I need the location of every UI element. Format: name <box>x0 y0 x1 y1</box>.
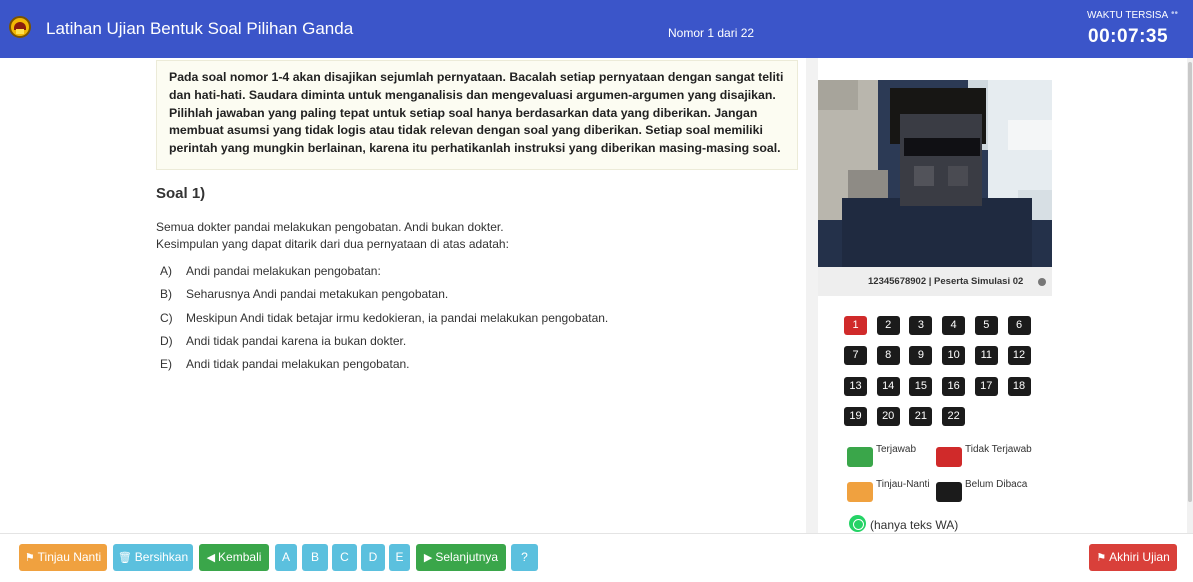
question-number-button[interactable]: 9 <box>909 346 933 366</box>
legend-review-swatch <box>847 482 873 502</box>
answer-e-button[interactable]: E <box>389 544 410 571</box>
legend-answered-swatch <box>847 447 873 467</box>
webcam-person <box>904 138 980 156</box>
countdown-timer: 00:07:35 <box>1088 26 1169 47</box>
option-letter: A) <box>160 264 172 278</box>
question-number-button[interactable]: 13 <box>844 376 867 396</box>
participant-id: 12345678902 | Peserta Simulasi 02 <box>868 276 1024 287</box>
question-number-button[interactable]: 19 <box>844 406 867 426</box>
legend-unanswered-swatch <box>936 447 962 467</box>
option-text: Andi tidak pandai karena ia bukan dokter… <box>186 334 407 348</box>
arrow-left-circle-icon: ◀ <box>206 552 216 564</box>
legend-review-label: Tinjau-Nanti <box>876 479 930 490</box>
option-text: Seharusnya Andi pandai metakukan pengoba… <box>186 287 449 301</box>
back-button[interactable]: ◀ Kembali <box>199 544 269 571</box>
more-icon: •• <box>1171 8 1179 19</box>
answer-c-button[interactable]: C <box>332 544 357 571</box>
question-number-button[interactable]: 5 <box>974 316 998 335</box>
legend-unread-label: Belum Dibaca <box>965 479 1028 490</box>
flag-icon: ⚑ <box>1096 552 1107 564</box>
question-number-button[interactable]: 3 <box>909 316 933 335</box>
scrollbar-thumb[interactable] <box>1188 62 1192 502</box>
option-letter: C) <box>160 311 173 325</box>
question-number-button[interactable]: 7 <box>844 346 867 366</box>
question-number-button[interactable]: 14 <box>876 376 900 396</box>
option-letter: D) <box>160 334 173 348</box>
option-d[interactable]: D) Andi tidak pandai karena ia bukan dokt… <box>160 334 406 352</box>
answer-b-button[interactable]: B <box>302 544 328 571</box>
question-circle-icon: ? <box>521 550 528 564</box>
app-title: Latihan Ujian Bentuk Soal Pilihan Ganda <box>46 19 354 38</box>
university-logo-icon <box>9 16 31 38</box>
legend-unread-swatch <box>936 482 962 502</box>
whatsapp-icon[interactable] <box>849 515 866 532</box>
option-text: Andi pandai melakukan pengobatan: <box>186 264 381 278</box>
next-button[interactable]: ▶ Selanjutnya <box>416 544 506 571</box>
status-dot-icon <box>1038 278 1046 286</box>
top-bar: Latihan Ujian Bentuk Soal Pilihan Ganda … <box>0 0 1193 58</box>
question-number-button[interactable]: 1 <box>844 316 867 335</box>
question-number-button[interactable]: 16 <box>942 376 966 396</box>
whatsapp-note: (hanya teks WA) <box>870 518 959 532</box>
question-number-button[interactable]: 21 <box>909 406 933 426</box>
webcam-feed <box>818 80 1052 267</box>
question-number-button[interactable]: 11 <box>974 346 998 366</box>
option-letter: E) <box>160 357 172 371</box>
webcam-pixel <box>948 166 968 186</box>
panel-divider <box>806 58 818 533</box>
help-button[interactable]: ? <box>511 544 538 571</box>
tag-icon: ⚑ <box>24 552 35 564</box>
question-number-button[interactable]: 10 <box>942 346 966 366</box>
question-number-button[interactable]: 17 <box>974 376 998 396</box>
question-prompt: Kesimpulan yang dapat ditarik dari dua p… <box>156 237 509 251</box>
webcam-person <box>842 198 1032 267</box>
answer-a-button[interactable]: A <box>275 544 297 571</box>
legend-unanswered-label: Tidak Terjawab <box>965 444 1032 455</box>
question-number-button[interactable]: 8 <box>876 346 900 366</box>
question-number-button[interactable]: 18 <box>1007 376 1031 396</box>
webcam-person <box>900 114 982 206</box>
question-number-button[interactable]: 2 <box>876 316 900 335</box>
instruction-box: Pada soal nomor 1-4 akan disajikan sejum… <box>156 60 798 170</box>
question-title: Soal 1) <box>156 185 206 202</box>
option-c[interactable]: C) Meskipun Andi tidak betajar irmu kedok… <box>160 311 608 329</box>
webcam-pixel <box>914 166 934 186</box>
clear-button[interactable]: 🗑 Bersihkan <box>113 544 193 571</box>
option-b[interactable]: B) Seharusnya Andi pandai metakukan pengo… <box>160 287 448 305</box>
legend-answered-label: Terjawab <box>876 444 917 455</box>
trash-icon: 🗑 <box>117 552 132 564</box>
option-letter: B) <box>160 287 172 301</box>
webcam-pixel <box>1008 120 1052 150</box>
question-counter: Nomor 1 dari 22 <box>668 26 755 40</box>
question-number-button[interactable]: 12 <box>1007 346 1031 366</box>
option-text: Andi tidak pandai melakukan pengobatan. <box>186 357 410 371</box>
question-number-button[interactable]: 20 <box>876 406 900 426</box>
answer-d-button[interactable]: D <box>361 544 385 571</box>
question-number-button[interactable]: 22 <box>942 406 966 426</box>
question-number-button[interactable]: 15 <box>909 376 933 396</box>
arrow-right-circle-icon: ▶ <box>423 552 433 564</box>
webcam-pixel <box>818 80 858 110</box>
review-later-button[interactable]: ⚑ Tinjau Nanti <box>19 544 107 571</box>
time-remaining-label: WAKTU TERSISA <box>1087 10 1169 21</box>
option-e[interactable]: E) Andi tidak pandai melakukan pengobatan… <box>160 357 410 375</box>
option-text: Meskipun Andi tidak betajar irmu kedokie… <box>186 311 609 325</box>
option-a[interactable]: A) Andi pandai melakukan pengobatan: <box>160 264 381 282</box>
question-number-button[interactable]: 6 <box>1007 316 1031 335</box>
question-statement: Semua dokter pandai melakukan pengobatan… <box>156 220 504 234</box>
end-exam-button[interactable]: ⚑ Akhiri Ujian <box>1089 544 1177 571</box>
question-number-button[interactable]: 4 <box>942 316 966 335</box>
